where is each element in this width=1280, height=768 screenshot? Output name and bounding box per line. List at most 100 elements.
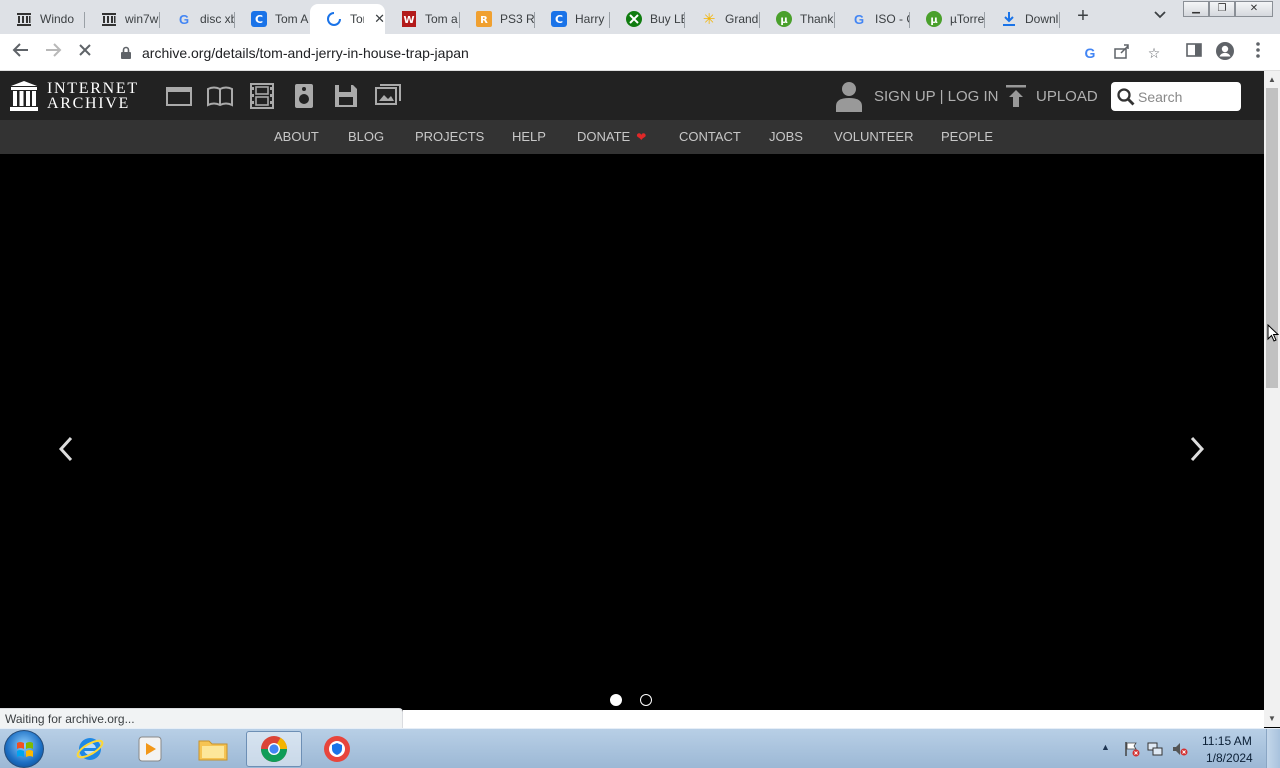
tab-harry[interactable]: C Harry — [535, 4, 610, 34]
start-button[interactable] — [4, 730, 44, 768]
images-icon[interactable] — [375, 83, 401, 109]
taskbar-media-player[interactable] — [122, 731, 178, 767]
tab-label: Grand — [725, 12, 759, 26]
tray-expand-arrow-icon[interactable]: ▲ — [1101, 742, 1110, 752]
tab-tom-active[interactable]: Tor ✕ — [310, 4, 385, 34]
tab-label: ISO - C — [875, 12, 909, 26]
nav-blog[interactable]: BLOG — [348, 129, 384, 144]
scroll-down-arrow-icon[interactable]: ▼ — [1268, 714, 1276, 723]
ia-nav-bar: ABOUT BLOG PROJECTS HELP DONATE ❤ CONTACT… — [0, 120, 1264, 154]
tab-label: Tor — [350, 12, 364, 26]
taskbar-internet-explorer[interactable] — [62, 731, 118, 767]
windows-taskbar: ▲ 11:15 AM 1/8/2024 — [0, 728, 1280, 768]
nav-about[interactable]: ABOUT — [274, 129, 319, 144]
taskbar-chrome[interactable] — [246, 731, 302, 767]
utorrent-icon: µ — [926, 11, 942, 27]
mouse-cursor-icon — [1267, 323, 1280, 342]
logo-text-line2: ARCHIVE — [47, 95, 131, 112]
tab-utorrent[interactable]: µ µTorre — [910, 4, 985, 34]
tab-win7w[interactable]: win7w — [85, 4, 160, 34]
close-icon[interactable]: ✕ — [374, 11, 385, 27]
nav-donate[interactable]: DONATE ❤ — [577, 129, 646, 144]
web-icon[interactable] — [166, 83, 192, 109]
tab-ps3-ro[interactable]: R PS3 RO — [460, 4, 535, 34]
status-bubble: Waiting for archive.org... — [0, 708, 403, 728]
tab-download[interactable]: Downl — [985, 4, 1060, 34]
ia-logo[interactable]: INTERNET ARCHIVE — [10, 80, 150, 114]
ia-top-bar: INTERNET ARCHIVE SIGN UP | LOG IN UPLOAD — [0, 71, 1264, 120]
tab-tom-a-2[interactable]: W Tom a — [385, 4, 460, 34]
chrome-web-icon: C — [551, 11, 567, 27]
bookmark-star-icon[interactable]: ☆ — [1144, 43, 1164, 63]
lock-icon[interactable] — [120, 46, 132, 59]
scroll-up-arrow-icon[interactable]: ▲ — [1268, 75, 1276, 84]
download-icon — [1001, 11, 1017, 27]
carousel-next-chevron-icon[interactable] — [1185, 434, 1207, 464]
book-icon[interactable] — [207, 83, 233, 109]
minimize-button[interactable]: ▁ — [1183, 1, 1209, 17]
tab-tom-a[interactable]: C Tom A — [235, 4, 310, 34]
back-button[interactable] — [10, 41, 32, 63]
tab-windows[interactable]: Windo — [0, 4, 85, 34]
rom-icon: R — [476, 11, 492, 27]
taskbar-file-explorer[interactable] — [185, 731, 241, 767]
tab-label: disc xb — [200, 12, 234, 26]
close-window-button[interactable]: ✕ — [1235, 1, 1273, 17]
tab-disc-xb[interactable]: G disc xb — [160, 4, 235, 34]
w-bookmark-icon: W — [401, 11, 417, 27]
clock-date[interactable]: 1/8/2024 — [1206, 751, 1253, 765]
new-tab-button[interactable]: + — [1071, 6, 1095, 28]
profile-icon[interactable] — [1214, 41, 1236, 63]
speaker-icon[interactable] — [291, 83, 317, 109]
nav-contact[interactable]: CONTACT — [679, 129, 741, 144]
film-icon[interactable] — [249, 83, 275, 109]
search-icon[interactable] — [1117, 88, 1135, 106]
tab-separator — [1059, 12, 1060, 28]
carousel-prev-chevron-icon[interactable] — [56, 434, 78, 464]
carousel-dot-2[interactable] — [640, 694, 652, 706]
page-scrollbar[interactable]: ▲ ▼ — [1264, 71, 1280, 727]
tab-buy-le[interactable]: Buy LE — [610, 4, 685, 34]
clock-time[interactable]: 11:15 AM — [1202, 734, 1252, 748]
upload-icon[interactable] — [1006, 85, 1026, 107]
share-icon[interactable] — [1112, 43, 1132, 63]
user-avatar-icon[interactable] — [835, 80, 863, 112]
search-input[interactable] — [1138, 87, 1238, 107]
sign-up-log-in-link[interactable]: SIGN UP | LOG IN — [874, 88, 998, 105]
taskbar-app[interactable] — [309, 731, 365, 767]
floppy-disk-icon[interactable] — [333, 83, 359, 109]
upload-link[interactable]: UPLOAD — [1036, 88, 1098, 105]
chrome-icon — [260, 736, 288, 763]
tab-search-chevron-icon[interactable] — [1150, 8, 1170, 26]
url-text[interactable]: archive.org/details/tom-and-jerry-in-hou… — [142, 45, 469, 61]
tab-label: Harry — [575, 12, 605, 26]
forward-button[interactable] — [42, 41, 64, 63]
nav-help[interactable]: HELP — [512, 129, 546, 144]
tray-flag-error-icon[interactable] — [1124, 741, 1140, 757]
vpn-shield-icon — [324, 736, 350, 762]
nav-projects[interactable]: PROJECTS — [415, 129, 484, 144]
scroll-thumb[interactable] — [1266, 88, 1278, 388]
windows-logo-icon — [17, 742, 33, 757]
address-bar[interactable]: archive.org/details/tom-and-jerry-in-hou… — [106, 38, 1160, 67]
show-desktop-button[interactable] — [1266, 729, 1280, 768]
archive-building-icon — [10, 81, 38, 111]
tray-volume-muted-icon[interactable] — [1172, 741, 1188, 757]
google-translate-icon[interactable]: G — [1080, 43, 1100, 63]
tab-iso[interactable]: G ISO - C — [835, 4, 910, 34]
side-panel-icon[interactable] — [1183, 41, 1205, 63]
nav-people[interactable]: PEOPLE — [941, 129, 993, 144]
stop-loading-button[interactable] — [74, 41, 96, 63]
carousel-dot-1[interactable] — [610, 694, 622, 706]
tab-thank[interactable]: µ Thank — [760, 4, 835, 34]
svg-text:R: R — [480, 15, 488, 26]
nav-jobs[interactable]: JOBS — [769, 129, 803, 144]
restore-button[interactable]: ❐ — [1209, 1, 1235, 17]
nav-volunteer[interactable]: VOLUNTEER — [834, 129, 913, 144]
tab-label: Tom A — [275, 12, 309, 26]
tab-grand[interactable]: ✳ Grand — [685, 4, 760, 34]
ia-search-box[interactable] — [1111, 82, 1241, 111]
utorrent-icon: µ — [776, 11, 792, 27]
tray-network-icon[interactable] — [1147, 741, 1163, 757]
menu-kebab-icon[interactable] — [1247, 41, 1269, 63]
